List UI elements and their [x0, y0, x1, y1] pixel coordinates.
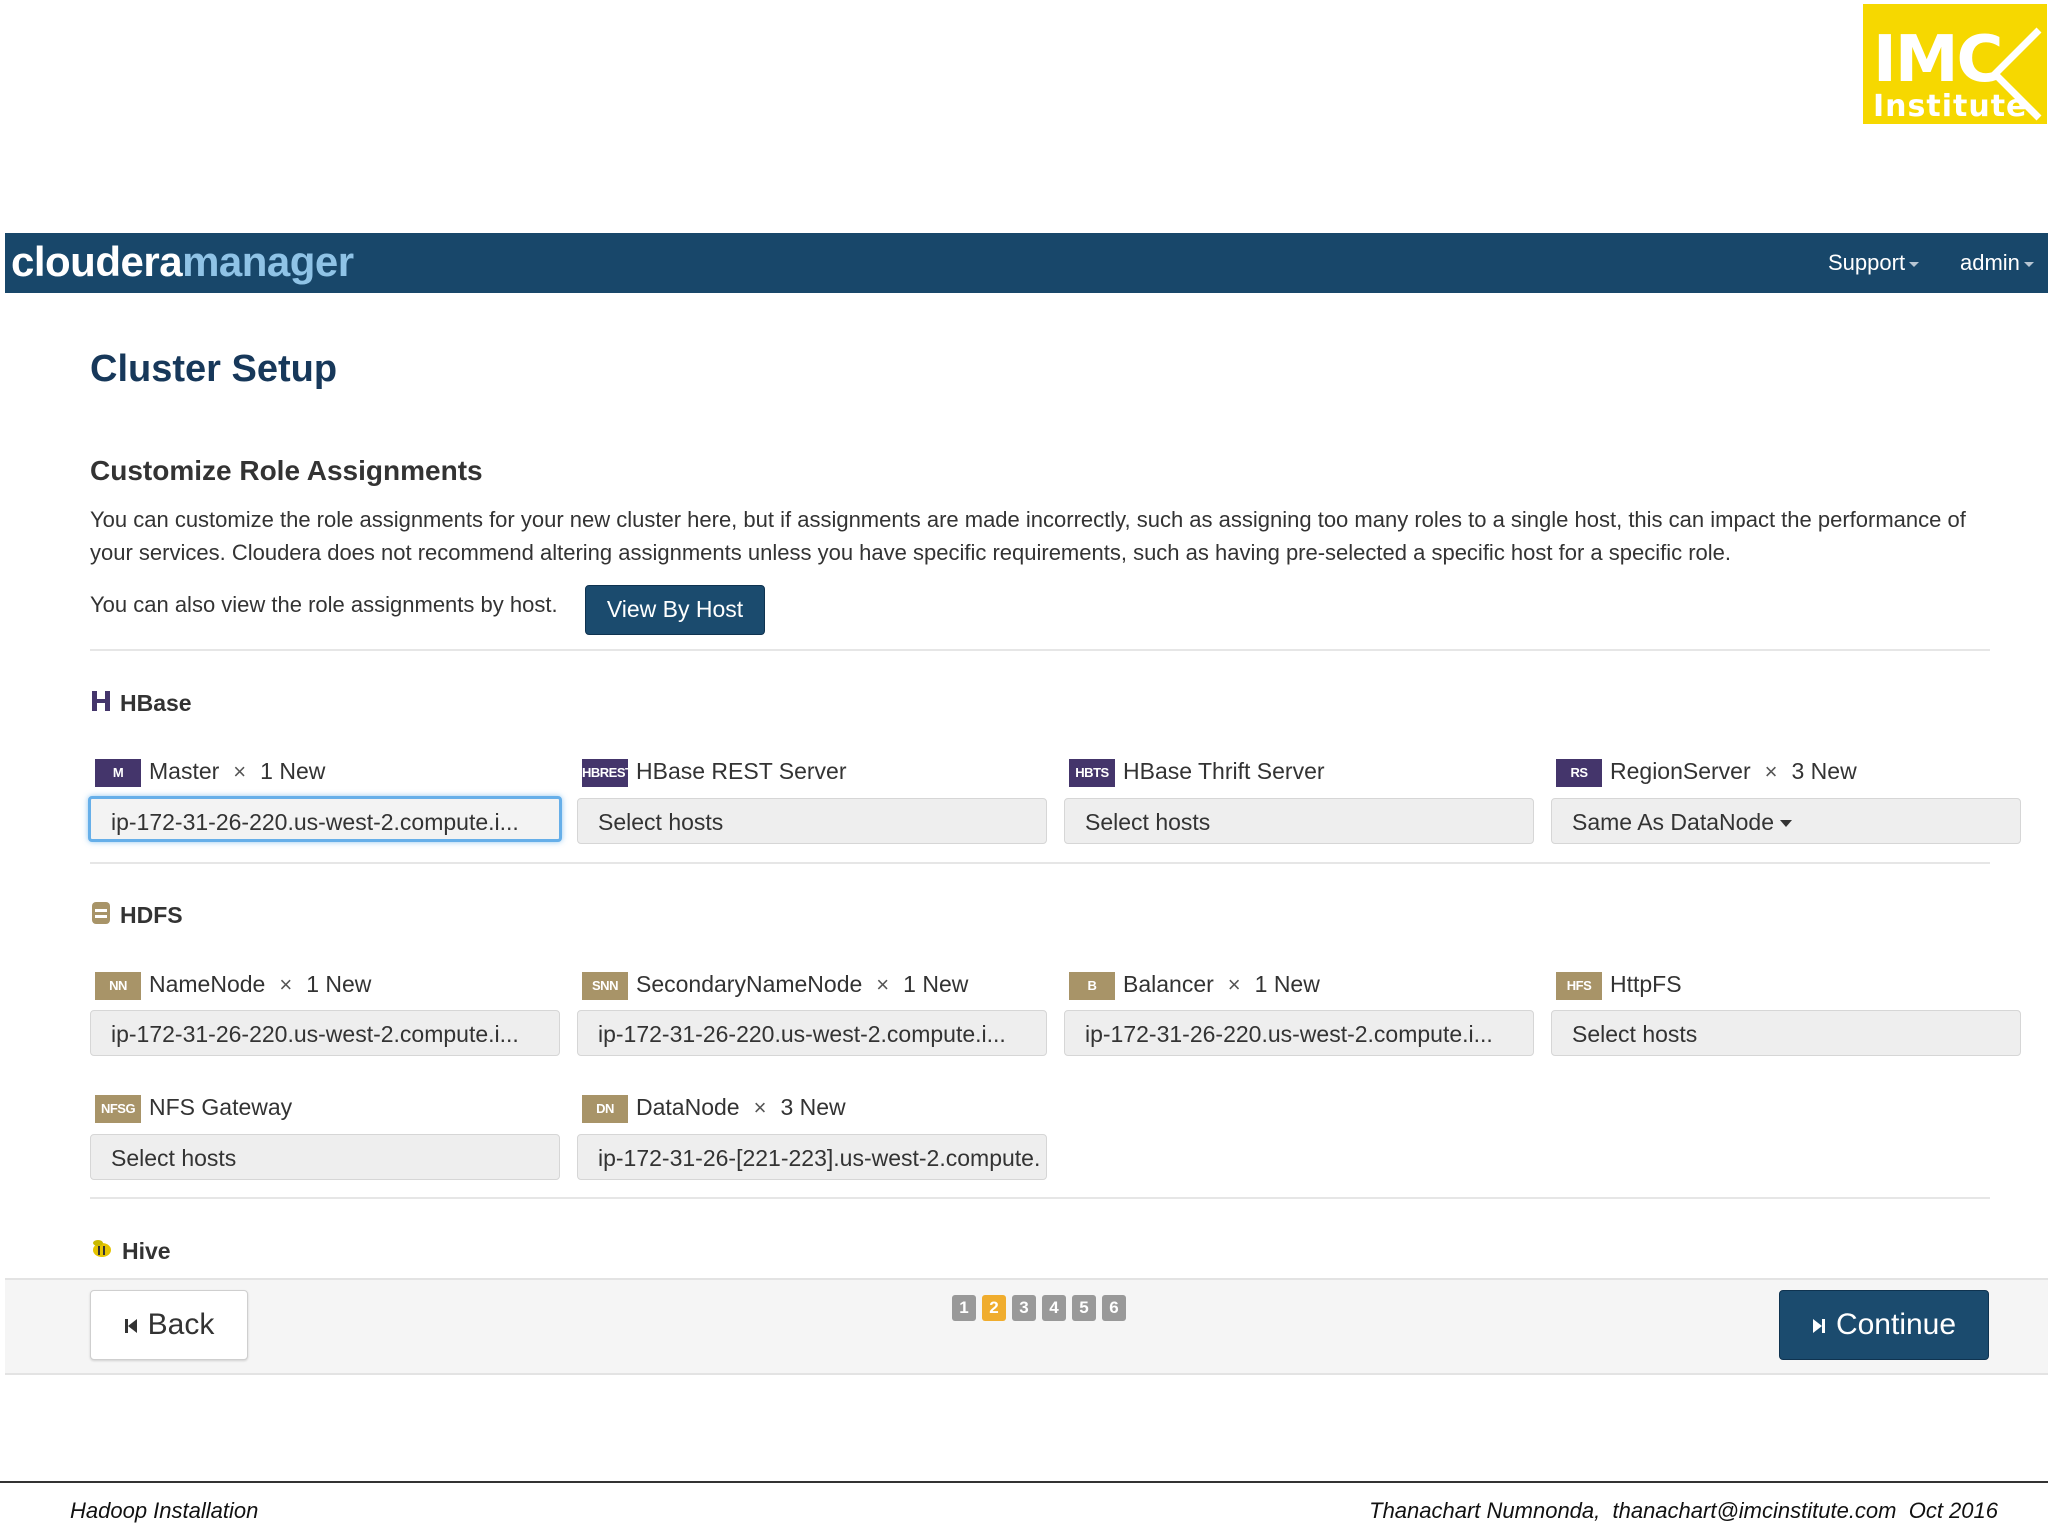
secondarynamenode-host-select[interactable]: ip-172-31-26-220.us-west-2.compute.i... [577, 1010, 1047, 1056]
back-button[interactable]: Back [90, 1290, 248, 1360]
step-1[interactable]: 1 [952, 1295, 976, 1321]
regionserver-host-select[interactable]: Same As DataNode [1551, 798, 2021, 844]
divider [90, 862, 1990, 864]
top-navbar: clouderamanager Support admin [5, 233, 2048, 293]
role-nfs-gateway: NFSG NFS Gateway [95, 1090, 292, 1124]
nfs-gateway-host-select[interactable]: Select hosts [90, 1134, 560, 1180]
role-hbase-thrift-server: HBTS HBase Thrift Server [1069, 754, 1325, 788]
role-badge: NN [95, 971, 141, 1000]
step-3[interactable]: 3 [1012, 1295, 1036, 1321]
step-6[interactable]: 6 [1102, 1295, 1126, 1321]
hbase-rest-host-select[interactable]: Select hosts [577, 798, 1047, 844]
role-secondarynamenode: SNN SecondaryNameNode × 1 New [582, 967, 968, 1001]
role-name: NFS Gateway [149, 1094, 293, 1120]
hbase-thrift-host-select[interactable]: Select hosts [1064, 798, 1534, 844]
support-menu[interactable]: Support [1828, 233, 1920, 293]
role-badge: RS [1556, 758, 1602, 787]
view-by-host-button[interactable]: View By Host [585, 585, 765, 635]
close-icon[interactable]: × [754, 1095, 767, 1120]
role-httpfs: HFS HttpFS [1556, 967, 1682, 1001]
divider [90, 649, 1990, 651]
page-description: You can customize the role assignments f… [90, 507, 1966, 565]
hdfs-section-title: HDFS [90, 900, 183, 930]
close-icon[interactable]: × [876, 972, 889, 997]
wizard-footer [5, 1278, 2048, 1375]
divider [90, 1197, 1990, 1199]
httpfs-host-select[interactable]: Select hosts [1551, 1010, 2021, 1056]
section-subtitle: Customize Role Assignments [90, 455, 483, 486]
role-name: HBase REST Server [636, 758, 847, 784]
footer-left-text: Hadoop Installation [70, 1498, 259, 1523]
role-count: 1 New [306, 971, 372, 997]
brand-cloudera: cloudera [11, 238, 183, 285]
chevron-down-icon [2023, 261, 2034, 267]
namenode-host-select[interactable]: ip-172-31-26-220.us-west-2.compute.i... [90, 1010, 560, 1056]
role-datanode: DN DataNode × 3 New [582, 1090, 846, 1124]
skip-back-icon [124, 1292, 138, 1360]
close-icon[interactable]: × [1228, 972, 1241, 997]
role-name: HBase Thrift Server [1123, 758, 1325, 784]
close-icon[interactable]: × [1765, 759, 1778, 784]
role-name: HttpFS [1610, 971, 1682, 997]
page-title: Cluster Setup [90, 348, 338, 390]
hbase-icon [90, 689, 112, 720]
caret-down-icon [1780, 820, 1793, 828]
back-label: Back [147, 1308, 215, 1341]
close-icon[interactable]: × [279, 972, 292, 997]
step-4[interactable]: 4 [1042, 1295, 1066, 1321]
step-5[interactable]: 5 [1072, 1295, 1096, 1321]
role-badge: B [1069, 971, 1115, 1000]
continue-button[interactable]: Continue [1779, 1290, 1989, 1360]
logo-chevron-icon [1990, 27, 2042, 121]
hdfs-title: HDFS [120, 902, 183, 928]
close-icon[interactable]: × [233, 759, 246, 784]
datanode-host-select[interactable]: ip-172-31-26-[221-223].us-west-2.compute… [577, 1134, 1047, 1180]
role-badge: HFS [1556, 971, 1602, 1000]
balancer-host-select[interactable]: ip-172-31-26-220.us-west-2.compute.i... [1064, 1010, 1534, 1056]
role-namenode: NN NameNode × 1 New [95, 967, 371, 1001]
role-master: M Master × 1 New [95, 754, 325, 788]
support-label: Support [1828, 250, 1906, 275]
cloudera-manager-logo[interactable]: clouderamanager [11, 235, 354, 289]
imc-institute-logo: IMC Institute [1863, 4, 2047, 124]
role-hbase-rest-server: HBREST HBase REST Server [582, 754, 846, 788]
role-badge: HBTS [1069, 758, 1115, 787]
footer-right-text: Thanachart Numnonda, thanachart@imcinsti… [1369, 1498, 1998, 1523]
role-badge: DN [582, 1094, 628, 1123]
hive-title: Hive [122, 1238, 171, 1264]
hbase-title: HBase [120, 690, 192, 716]
role-badge: HBREST [582, 758, 628, 787]
regionserver-value: Same As DataNode [1572, 809, 1775, 835]
role-count: 3 New [1791, 758, 1857, 784]
hive-section-title: Hive [90, 1236, 171, 1266]
hive-bee-icon [90, 1237, 114, 1268]
role-regionserver: RS RegionServer × 3 New [1556, 754, 1857, 788]
role-badge: M [95, 758, 141, 787]
brand-manager: manager [182, 238, 354, 285]
master-host-select[interactable]: ip-172-31-26-220.us-west-2.compute.i... [88, 796, 562, 842]
continue-label: Continue [1835, 1308, 1957, 1341]
admin-label: admin [1960, 250, 2020, 275]
role-count: 1 New [1254, 971, 1320, 997]
hdfs-icon [90, 900, 112, 933]
chevron-down-icon [1909, 261, 1920, 267]
role-name: Balancer [1123, 971, 1214, 997]
footer-divider [0, 1481, 2048, 1483]
role-balancer: B Balancer × 1 New [1069, 967, 1320, 1001]
role-count: 1 New [903, 971, 969, 997]
role-name: DataNode [636, 1094, 740, 1120]
role-badge: SNN [582, 971, 628, 1000]
admin-menu[interactable]: admin [1960, 233, 2034, 293]
role-name: NameNode [149, 971, 266, 997]
role-badge: NFSG [95, 1094, 141, 1123]
role-count: 3 New [780, 1094, 846, 1120]
skip-forward-icon [1812, 1292, 1826, 1360]
role-name: RegionServer [1610, 758, 1751, 784]
role-count: 1 New [260, 758, 326, 784]
by-host-text: You can also view the role assignments b… [90, 592, 558, 617]
role-name: Master [149, 758, 220, 784]
hbase-section-title: HBase [90, 688, 192, 718]
step-2-current[interactable]: 2 [982, 1295, 1006, 1321]
role-name: SecondaryNameNode [636, 971, 863, 997]
